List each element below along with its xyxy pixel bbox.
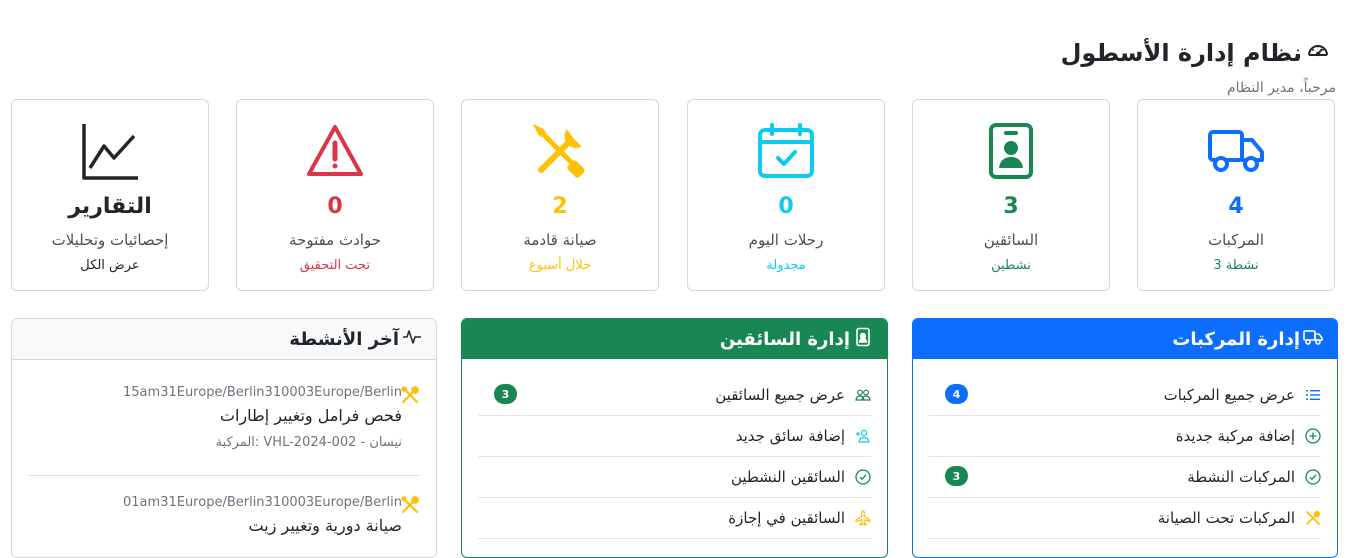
person-plus-icon (855, 428, 871, 444)
card-sub: عرض الكل (80, 258, 140, 273)
card-label: رحلات اليوم (748, 231, 824, 249)
tools-icon (462, 122, 658, 180)
menu-drivers-on-leave[interactable]: السائقين في إجازة (478, 498, 871, 539)
check-circle-icon (855, 469, 871, 485)
card-sub: نشطين (991, 258, 1031, 273)
menu-all-vehicles[interactable]: عرض جميع المركبات 4 (929, 375, 1321, 416)
calendar-check-icon (688, 122, 884, 180)
card-value: 0 (778, 194, 794, 219)
badge-person-icon (913, 122, 1109, 180)
activity-time: 01am31Europe/Berlin310003Europe/Berlin (123, 495, 402, 510)
menu-active-vehicles[interactable]: المركبات النشطة 3 (929, 457, 1321, 498)
vehicles-panel: إدارة المركبات عرض جميع المركبات 4 إضافة… (912, 318, 1338, 558)
card-label: حوادث مفتوحة (289, 231, 381, 249)
card-value: 3 (1003, 194, 1019, 219)
card-sub: خلال أسبوع (528, 258, 592, 273)
activity-item[interactable]: 01am31Europe/Berlin310003Europe/Berlin ص… (12, 495, 436, 535)
menu-maintenance-vehicles[interactable]: المركبات تحت الصيانة (929, 498, 1321, 539)
activity-title: صيانة دورية وتغيير زيت (248, 516, 402, 535)
count-badge: 3 (494, 384, 517, 404)
drivers-panel: إدارة السائقين عرض جميع السائقين 3 إضافة… (461, 318, 888, 558)
tools-icon (400, 385, 420, 405)
activity-icon (402, 327, 422, 352)
people-icon (855, 387, 871, 403)
badge-person-icon (853, 327, 873, 352)
plus-circle-icon (1305, 428, 1321, 444)
card-sub: مجدولة (766, 258, 806, 273)
tools-icon (400, 495, 420, 515)
card-sub: تحت التحقيق (299, 258, 371, 273)
activity-panel-header: آخر الأنشطة (12, 319, 436, 360)
list-icon (1305, 387, 1321, 403)
warning-icon (237, 122, 433, 180)
count-badge: 3 (945, 466, 968, 486)
airplane-icon (855, 510, 871, 526)
menu-active-drivers[interactable]: السائقين النشطين (478, 457, 871, 498)
card-value: التقارير (68, 194, 152, 219)
check-circle-icon (1305, 469, 1321, 485)
card-value: 2 (552, 194, 568, 219)
card-label: المركبات (1207, 231, 1265, 249)
card-trips[interactable]: 0 رحلات اليوم مجدولة (687, 99, 885, 291)
menu-add-vehicle[interactable]: إضافة مركبة جديدة (929, 416, 1321, 457)
card-label: السائقين (983, 231, 1039, 249)
card-maintenance[interactable]: 2 صيانة قادمة خلال أسبوع (461, 99, 659, 291)
activity-meta: المركبة: VHL-2024-002 - نيسان (215, 435, 402, 450)
divider (28, 475, 420, 476)
tools-icon (1305, 510, 1321, 526)
menu-all-drivers[interactable]: عرض جميع السائقين 3 (478, 375, 871, 416)
vehicles-panel-header: إدارة المركبات (913, 319, 1337, 359)
card-drivers[interactable]: 3 السائقين نشطين (912, 99, 1110, 291)
activity-panel: آخر الأنشطة 15am31Europe/Berlin310003Eur… (11, 318, 437, 558)
card-sub: 3 نشطة (1213, 258, 1259, 273)
activity-item[interactable]: 15am31Europe/Berlin310003Europe/Berlin ف… (12, 385, 436, 450)
welcome-text: مرحباً، مدير النظام (1226, 80, 1336, 96)
card-accidents[interactable]: 0 حوادث مفتوحة تحت التحقيق (236, 99, 434, 291)
truck-icon (1303, 327, 1323, 352)
page-title: نظام إدارة الأسطول (1061, 38, 1330, 68)
card-label: إحصائيات وتحليلات (51, 231, 169, 249)
menu-add-driver[interactable]: إضافة سائق جديد (478, 416, 871, 457)
activity-title: فحص فرامل وتغيير إطارات (219, 406, 402, 425)
truck-icon (1138, 122, 1334, 180)
count-badge: 4 (945, 384, 968, 404)
card-label: صيانة قادمة (523, 231, 597, 249)
card-reports[interactable]: التقارير إحصائيات وتحليلات عرض الكل (11, 99, 209, 291)
chart-line-icon (12, 122, 208, 180)
drivers-panel-header: إدارة السائقين (462, 319, 887, 359)
activity-time: 15am31Europe/Berlin310003Europe/Berlin (123, 385, 402, 400)
card-value: 4 (1228, 194, 1244, 219)
card-vehicles[interactable]: 4 المركبات 3 نشطة (1137, 99, 1335, 291)
speedometer-icon (1306, 38, 1330, 68)
card-value: 0 (327, 194, 343, 219)
